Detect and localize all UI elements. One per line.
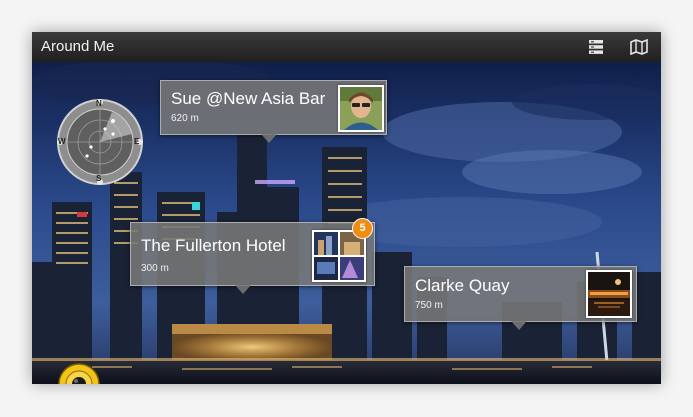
poi-name: Clarke Quay [415, 276, 510, 295]
poi-callout-fullerton-hotel[interactable]: The Fullerton Hotel 300 m [130, 222, 375, 294]
place-photo-thumbnail [586, 270, 632, 318]
compass-west-label: W [58, 137, 66, 146]
compass-east-label: E [134, 137, 140, 146]
list-view-icon[interactable] [588, 39, 604, 55]
compass-south-label: S [96, 174, 102, 183]
compass-north-label: N [96, 99, 102, 108]
poi-name: The Fullerton Hotel [141, 236, 286, 255]
title-bar: Around Me [32, 32, 661, 62]
poi-distance: 300 m [141, 263, 169, 274]
app-title: Around Me [41, 38, 115, 55]
compass-radar-icon[interactable]: N E S W [57, 99, 143, 185]
app-window: Around Me N E S W Sue @New Asia Bar 620 … [32, 32, 661, 384]
profile-photo-thumbnail [338, 85, 384, 132]
poi-name: Sue @New Asia Bar [171, 89, 326, 108]
photo-count-badge: 5 [352, 218, 373, 239]
map-icon[interactable] [630, 38, 648, 56]
camera-lens-icon[interactable] [58, 363, 100, 384]
poi-callout-sue[interactable]: Sue @New Asia Bar 620 m [160, 80, 387, 143]
poi-distance: 620 m [171, 113, 199, 124]
poi-distance: 750 m [415, 300, 443, 311]
poi-callout-clarke-quay[interactable]: Clarke Quay 750 m [404, 266, 637, 330]
